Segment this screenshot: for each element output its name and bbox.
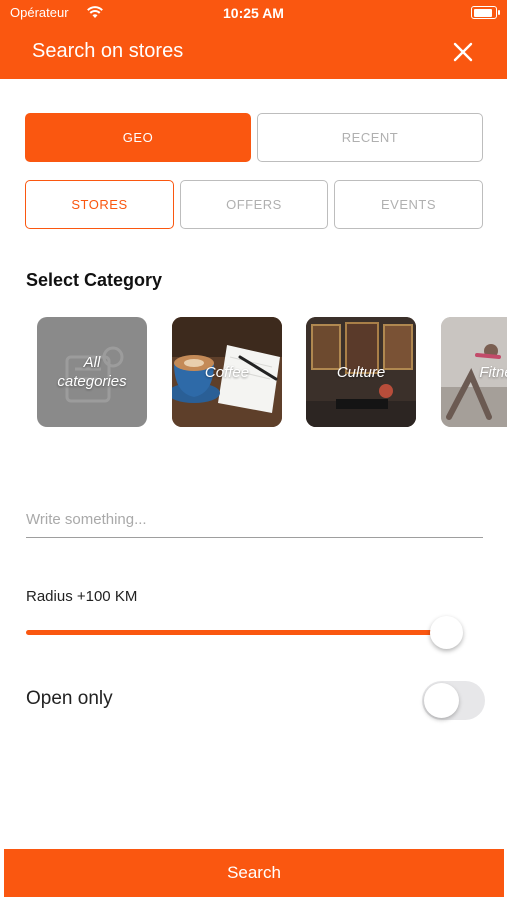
radius-label: Radius +100 KM (26, 588, 138, 605)
radius-slider-track (26, 630, 446, 635)
tab-offers[interactable]: OFFERS (180, 180, 328, 229)
tab-events-label: EVENTS (380, 197, 436, 212)
tab-recent[interactable]: RECENT (257, 113, 483, 162)
category-carousel[interactable]: All categories Coffee Culture Fitn (0, 317, 507, 429)
open-only-toggle[interactable] (422, 681, 485, 720)
radius-slider[interactable] (26, 615, 486, 651)
search-input[interactable] (26, 502, 483, 538)
open-only-label: Open only (26, 688, 113, 709)
open-only-toggle-knob (424, 683, 459, 718)
tab-geo-label: GEO (122, 130, 154, 145)
category-coffee[interactable]: Coffee (172, 317, 282, 427)
battery-icon (471, 6, 500, 19)
page-title: Search on stores (32, 40, 184, 62)
category-culture[interactable]: Culture (306, 317, 416, 427)
close-icon[interactable] (451, 40, 475, 64)
category-fitness-label: Fitne (479, 363, 507, 381)
category-all-label: All categories (57, 354, 127, 390)
tab-recent-label: RECENT (341, 130, 399, 145)
category-coffee-label: Coffee (204, 363, 250, 381)
category-culture-label: Culture (336, 363, 386, 381)
section-title-category: Select Category (26, 270, 163, 290)
search-button[interactable]: Search (4, 849, 504, 897)
radius-slider-thumb[interactable] (430, 616, 463, 649)
status-bar: Opérateur 10:25 AM (0, 0, 507, 26)
tab-geo[interactable]: GEO (25, 113, 251, 162)
tab-stores-label: STORES (71, 197, 128, 212)
category-all[interactable]: All categories (37, 317, 147, 427)
search-button-label: Search (227, 863, 281, 882)
header-bar: Search on stores (0, 26, 507, 79)
clock-time: 10:25 AM (223, 5, 284, 21)
tab-events[interactable]: EVENTS (334, 180, 483, 229)
tab-offers-label: OFFERS (226, 197, 282, 212)
category-fitness[interactable]: Fitne (441, 317, 507, 427)
tab-stores[interactable]: STORES (25, 180, 174, 229)
